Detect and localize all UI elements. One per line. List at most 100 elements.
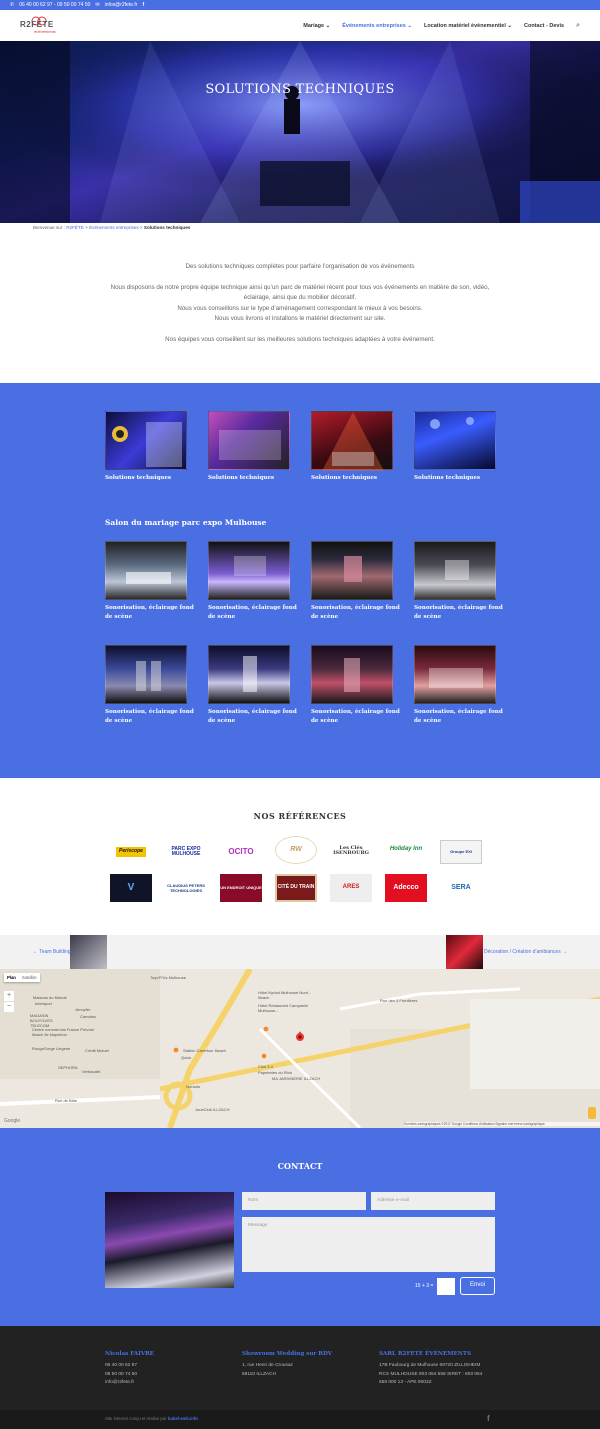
reference-logo: V bbox=[110, 874, 152, 902]
gallery-image[interactable] bbox=[414, 541, 496, 600]
gallery-caption[interactable]: Sonorisation, éclairage fond de scène bbox=[311, 708, 401, 725]
gallery-caption[interactable]: Solutions techniques bbox=[414, 474, 504, 483]
footer-credit-link[interactable]: babel-web.info bbox=[168, 1416, 198, 1421]
message-field[interactable]: Message bbox=[242, 1217, 495, 1272]
gallery-caption[interactable]: Sonorisation, éclairage fond de scène bbox=[105, 708, 195, 725]
topbar-phone[interactable]: 06 40 00 62 97 - 09 50 00 74 50 bbox=[19, 2, 90, 8]
map-street-view-icon[interactable] bbox=[588, 1107, 596, 1119]
prev-post-thumbnail[interactable] bbox=[70, 935, 107, 969]
nav-item-contact[interactable]: Contact - Devis bbox=[524, 23, 564, 29]
breadcrumb-separator: > bbox=[85, 225, 88, 230]
breadcrumb-parent-link[interactable]: Événements entreprises bbox=[89, 225, 139, 230]
reference-logo-text: CLAUDIUS PETERS TECHNOLOGIES bbox=[167, 882, 205, 894]
intro-line: Nous vous livrons et installons le matér… bbox=[214, 315, 386, 322]
footer-col1-title: Nicolas FAIVRE bbox=[105, 1351, 155, 1357]
gallery-image[interactable] bbox=[105, 411, 187, 470]
footer-phone-2[interactable]: 09 50 00 74 50 bbox=[105, 1371, 137, 1380]
submit-button[interactable]: Envoi bbox=[460, 1277, 495, 1295]
map-label: Quick bbox=[181, 1055, 192, 1060]
gallery-caption[interactable]: Sonorisation, éclairage fond de scène bbox=[105, 604, 195, 621]
intro-line: Nous vous conseillons sur le type d’amén… bbox=[177, 304, 423, 312]
gallery-caption[interactable]: Sonorisation, éclairage fond de scène bbox=[414, 708, 504, 725]
reference-logo: Holiday Inn bbox=[385, 836, 427, 864]
map-type-tabs: Plan Satellite bbox=[4, 973, 40, 982]
reference-logo-text: ARES bbox=[342, 884, 360, 891]
gallery-section-title: Salon du mariage parc expo Mulhouse bbox=[105, 518, 267, 527]
map-label: Jennyfer bbox=[75, 1007, 91, 1012]
reference-logo: Groupe EXI bbox=[440, 840, 482, 864]
footer-phone-1[interactable]: 06 40 00 62 97 bbox=[105, 1362, 137, 1371]
name-field[interactable]: Nom bbox=[242, 1192, 366, 1210]
breadcrumb-prefix: Bienvenue sur : bbox=[33, 225, 65, 230]
nav-item-mariage[interactable]: Mariage ⌄ bbox=[303, 23, 330, 29]
page-title: SOLUTIONS TECHNIQUES bbox=[205, 82, 395, 97]
footer-email[interactable]: info@r2fete.fr bbox=[105, 1379, 137, 1388]
nav-item-evenements-entreprises[interactable]: Événements entreprises ⌄ bbox=[342, 23, 412, 29]
gallery-image[interactable] bbox=[208, 411, 290, 470]
breadcrumb-separator: > bbox=[139, 225, 143, 230]
map-label: Intersport bbox=[35, 1001, 52, 1006]
reference-logo: ARES bbox=[330, 874, 372, 902]
nav-item-location[interactable]: Location matériel évènementiel ⌄ bbox=[424, 23, 512, 29]
reference-logo-text: Les Clés ISENBOURG bbox=[333, 844, 369, 856]
reference-logo: Periscope bbox=[110, 840, 152, 864]
map-attribution[interactable]: Données cartographiques ©2017 Google Con… bbox=[404, 1122, 600, 1126]
gallery-caption[interactable]: Solutions techniques bbox=[311, 474, 401, 483]
map-label: Clos 3-4 bbox=[258, 1064, 273, 1069]
breadcrumb-home-link[interactable]: R2FÊTE bbox=[66, 225, 84, 230]
top-bar: ✆ 06 40 00 62 97 - 09 50 00 74 50 ✉ info… bbox=[0, 0, 600, 10]
zoom-in-button[interactable]: + bbox=[4, 991, 14, 1001]
facebook-icon[interactable]: f bbox=[487, 1414, 490, 1423]
prev-post-link[interactable]: ← Team Building bbox=[33, 949, 71, 955]
logo[interactable]: R2FETE événements bbox=[14, 14, 66, 38]
location-map[interactable]: Plan Satellite + − Toys'R'Us Mulhouse Ma… bbox=[0, 969, 600, 1128]
footer-col2-title: Showroom Wedding sur RDV bbox=[242, 1351, 333, 1357]
map-label: Rue des 3 Frontières bbox=[380, 998, 418, 1003]
footer-col3-title: SARL R2FETE ÉVÉNEMENTS bbox=[379, 1351, 472, 1357]
gallery-image[interactable] bbox=[311, 541, 393, 600]
footer-col2-text: 1, rue Henri de Crousaz 68110 ILLZACH bbox=[242, 1362, 293, 1379]
footer-col1-text: 06 40 00 62 97 09 50 00 74 50 info@r2fet… bbox=[105, 1362, 137, 1388]
main-nav: Mariage ⌄ Événements entreprises ⌄ Locat… bbox=[303, 10, 580, 41]
topbar-email[interactable]: infos@r2fete.fr bbox=[105, 2, 138, 8]
map-label: Maisons du Monde bbox=[33, 995, 67, 1000]
gallery-image[interactable] bbox=[311, 645, 393, 704]
footer-bottom-bar bbox=[0, 1410, 600, 1429]
gallery-caption[interactable]: Sonorisation, éclairage fond de scène bbox=[311, 604, 401, 621]
map-tab-satellite[interactable]: Satellite bbox=[22, 975, 37, 980]
map-tab-plan[interactable]: Plan bbox=[7, 975, 16, 980]
gallery-image[interactable] bbox=[208, 645, 290, 704]
reference-logo-text: Holiday Inn bbox=[389, 846, 423, 853]
google-logo: Google bbox=[4, 1118, 21, 1124]
site-header: R2FETE événements Mariage ⌄ Événements e… bbox=[0, 10, 600, 41]
search-icon[interactable]: ⌕ bbox=[576, 22, 580, 30]
gallery-image[interactable] bbox=[105, 645, 187, 704]
hero-background-image bbox=[0, 41, 600, 223]
reference-logo-text: Periscope bbox=[116, 847, 146, 857]
captcha-input[interactable] bbox=[437, 1278, 455, 1295]
zoom-out-button[interactable]: − bbox=[4, 1002, 14, 1012]
reference-logo-text: CITÉ DU TRAIN bbox=[277, 884, 315, 891]
footer-company-line: 658 000 13 - APE 9002Z bbox=[379, 1380, 432, 1385]
phone-icon: ✆ bbox=[10, 2, 15, 8]
gallery-caption[interactable]: Solutions techniques bbox=[105, 474, 195, 483]
email-field[interactable]: Adresse e-mail bbox=[371, 1192, 495, 1210]
next-post-thumbnail[interactable] bbox=[446, 935, 483, 969]
gallery-caption[interactable]: Sonorisation, éclairage fond de scène bbox=[414, 604, 504, 621]
gallery-caption[interactable]: Solutions techniques bbox=[208, 474, 298, 483]
intro-paragraph: Des solutions techniques complètes pour … bbox=[185, 263, 415, 270]
map-label: Papeteries du Rhin bbox=[258, 1070, 293, 1075]
chevron-down-icon: ⌄ bbox=[507, 22, 513, 29]
gallery-caption[interactable]: Sonorisation, éclairage fond de scène bbox=[208, 708, 298, 725]
map-label: Camaïeu bbox=[80, 1014, 97, 1019]
gallery-image[interactable] bbox=[414, 411, 496, 470]
map-label: SEPHORA bbox=[58, 1065, 78, 1070]
gallery-image[interactable] bbox=[311, 411, 393, 471]
next-post-link[interactable]: Décoration / Création d’ambiances → bbox=[484, 949, 567, 955]
gallery-image[interactable] bbox=[208, 541, 290, 600]
facebook-icon[interactable]: f bbox=[142, 2, 144, 8]
gallery-image[interactable] bbox=[105, 541, 187, 600]
gallery-image[interactable] bbox=[414, 645, 496, 704]
gallery-caption[interactable]: Sonorisation, éclairage fond de scène bbox=[208, 604, 298, 621]
map-label: Verbaudet bbox=[82, 1069, 101, 1074]
